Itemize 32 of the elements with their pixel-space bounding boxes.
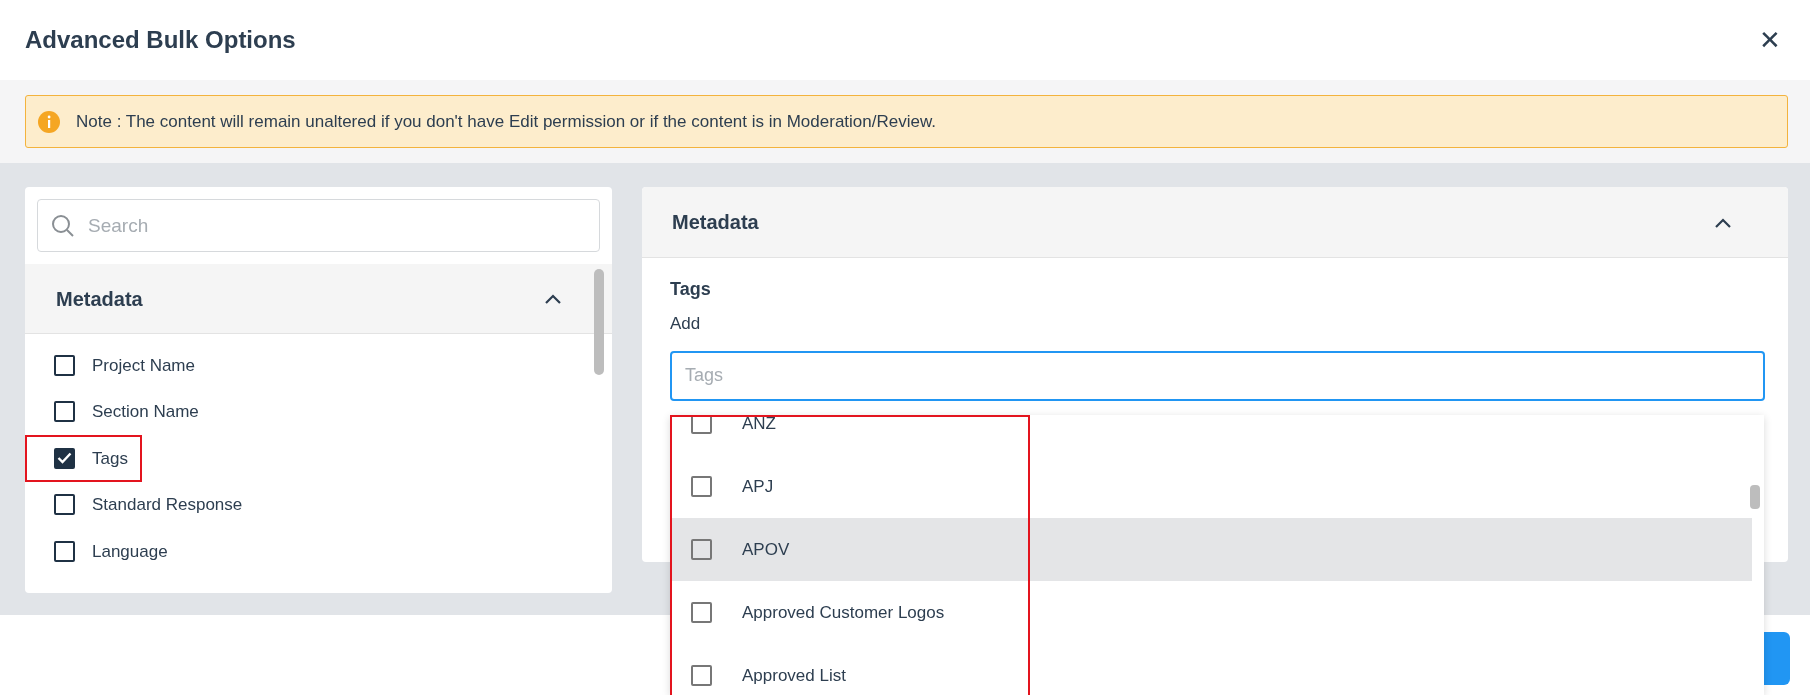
- info-icon: [38, 110, 60, 133]
- note-text: Note : The content will remain unaltered if you don't have Edit permission or if the content is in Moderation/Review.: [76, 110, 936, 133]
- dropdown-option[interactable]: APOV: [670, 518, 1752, 581]
- checkbox[interactable]: [54, 540, 75, 562]
- field-label: Section Name: [92, 401, 199, 423]
- section-header[interactable]: Metadata: [25, 264, 612, 334]
- field-label: Standard Response: [92, 494, 243, 516]
- dropdown-option[interactable]: APJ: [670, 455, 1752, 518]
- checkbox[interactable]: [54, 447, 75, 469]
- checkbox[interactable]: [691, 476, 712, 497]
- tags-input[interactable]: Tags: [670, 350, 1765, 401]
- checkbox[interactable]: [54, 401, 75, 423]
- dialog-title: Advanced Bulk Options: [25, 25, 296, 55]
- scrollbar-thumb[interactable]: [1750, 485, 1760, 509]
- dropdown-option[interactable]: Approved List: [670, 644, 1752, 695]
- dropdown-option[interactable]: ANZ: [670, 415, 1752, 455]
- scrollbar-thumb[interactable]: [594, 269, 604, 375]
- section-header[interactable]: Metadata: [642, 187, 1788, 258]
- field-label: Language: [92, 540, 168, 563]
- field-label: Tags: [92, 447, 128, 470]
- field-label: Project Name: [92, 354, 195, 377]
- checkbox[interactable]: [54, 354, 75, 376]
- checkbox[interactable]: [691, 539, 712, 560]
- field-label: Tags: [670, 278, 712, 301]
- dropdown-option[interactable]: Approved Customer Logos: [670, 581, 1752, 644]
- close-button[interactable]: ✕: [1755, 27, 1785, 53]
- checkbox[interactable]: [54, 494, 75, 516]
- checkbox[interactable]: [691, 602, 712, 623]
- checkbox[interactable]: [691, 415, 712, 434]
- search-field[interactable]: Search: [37, 199, 600, 252]
- checkbox[interactable]: [691, 665, 712, 686]
- action-label: Add: [670, 313, 702, 335]
